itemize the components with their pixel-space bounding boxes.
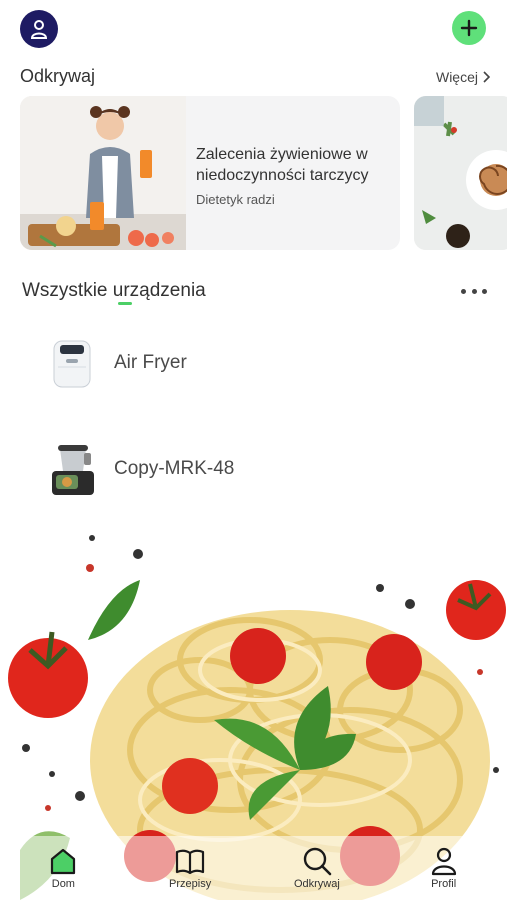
title-underline (118, 302, 132, 305)
more-link[interactable]: Więcej (436, 69, 490, 85)
avatar-button[interactable] (20, 10, 58, 48)
article-card-next[interactable] (414, 96, 507, 250)
article-card[interactable]: Zalecenia żywieniowe w niedoczynności ta… (20, 96, 400, 250)
devices-more-button[interactable] (461, 284, 487, 298)
add-device-button[interactable] (452, 11, 486, 45)
device-item-air-fryer[interactable]: Air Fryer (46, 332, 466, 394)
discover-title: Odkrywaj (20, 66, 96, 86)
air-fryer-icon (46, 335, 98, 391)
home-icon (51, 848, 76, 875)
nav-label: Odkrywaj (293, 878, 340, 890)
discover-carousel[interactable]: Zalecenia żywieniowe w niedoczynności ta… (20, 96, 507, 252)
device-item-copy-mrk-48[interactable]: Copy-MRK-48 (46, 438, 466, 500)
device-name: Copy-MRK-48 (114, 458, 235, 479)
article-image (20, 96, 186, 250)
food-processor-icon (46, 441, 98, 497)
nav-item-dom[interactable]: Dom (13, 836, 113, 900)
search-icon (303, 847, 332, 876)
nav-item-przepisy[interactable]: Przepisy (140, 836, 240, 900)
more-link-label: Więcej (435, 69, 478, 85)
nav-item-profil[interactable]: Profil (394, 836, 494, 900)
user-icon (30, 20, 48, 39)
article-title: Zalecenia żywieniowe w niedoczynności ta… (196, 146, 369, 184)
profile-icon (431, 847, 456, 876)
plus-icon (460, 19, 478, 37)
nav-label: Przepisy (169, 878, 212, 890)
bottom-navigation: Dom Przepisy Odkrywaj Profil (0, 836, 507, 900)
more-dot (471, 288, 477, 294)
nav-label: Profil (431, 878, 457, 890)
more-dot (482, 288, 487, 294)
article-text: Zalecenia żywieniowe w niedoczynności ta… (186, 96, 400, 250)
more-dots-icon (461, 288, 466, 294)
chevron-right-icon (483, 71, 490, 83)
nav-item-odkrywaj[interactable]: Odkrywaj (267, 836, 367, 900)
discover-header: Odkrywaj Więcej (20, 64, 490, 90)
devices-header: Wszystkie urządzenia (22, 278, 487, 305)
device-name: Air Fryer (114, 352, 187, 373)
nav-label: Dom (51, 878, 75, 890)
top-bar (0, 0, 507, 60)
book-icon (176, 849, 205, 875)
article-subtitle: Dietetyk radzi (196, 192, 275, 207)
devices-title: Wszystkie urządzenia (22, 280, 206, 301)
